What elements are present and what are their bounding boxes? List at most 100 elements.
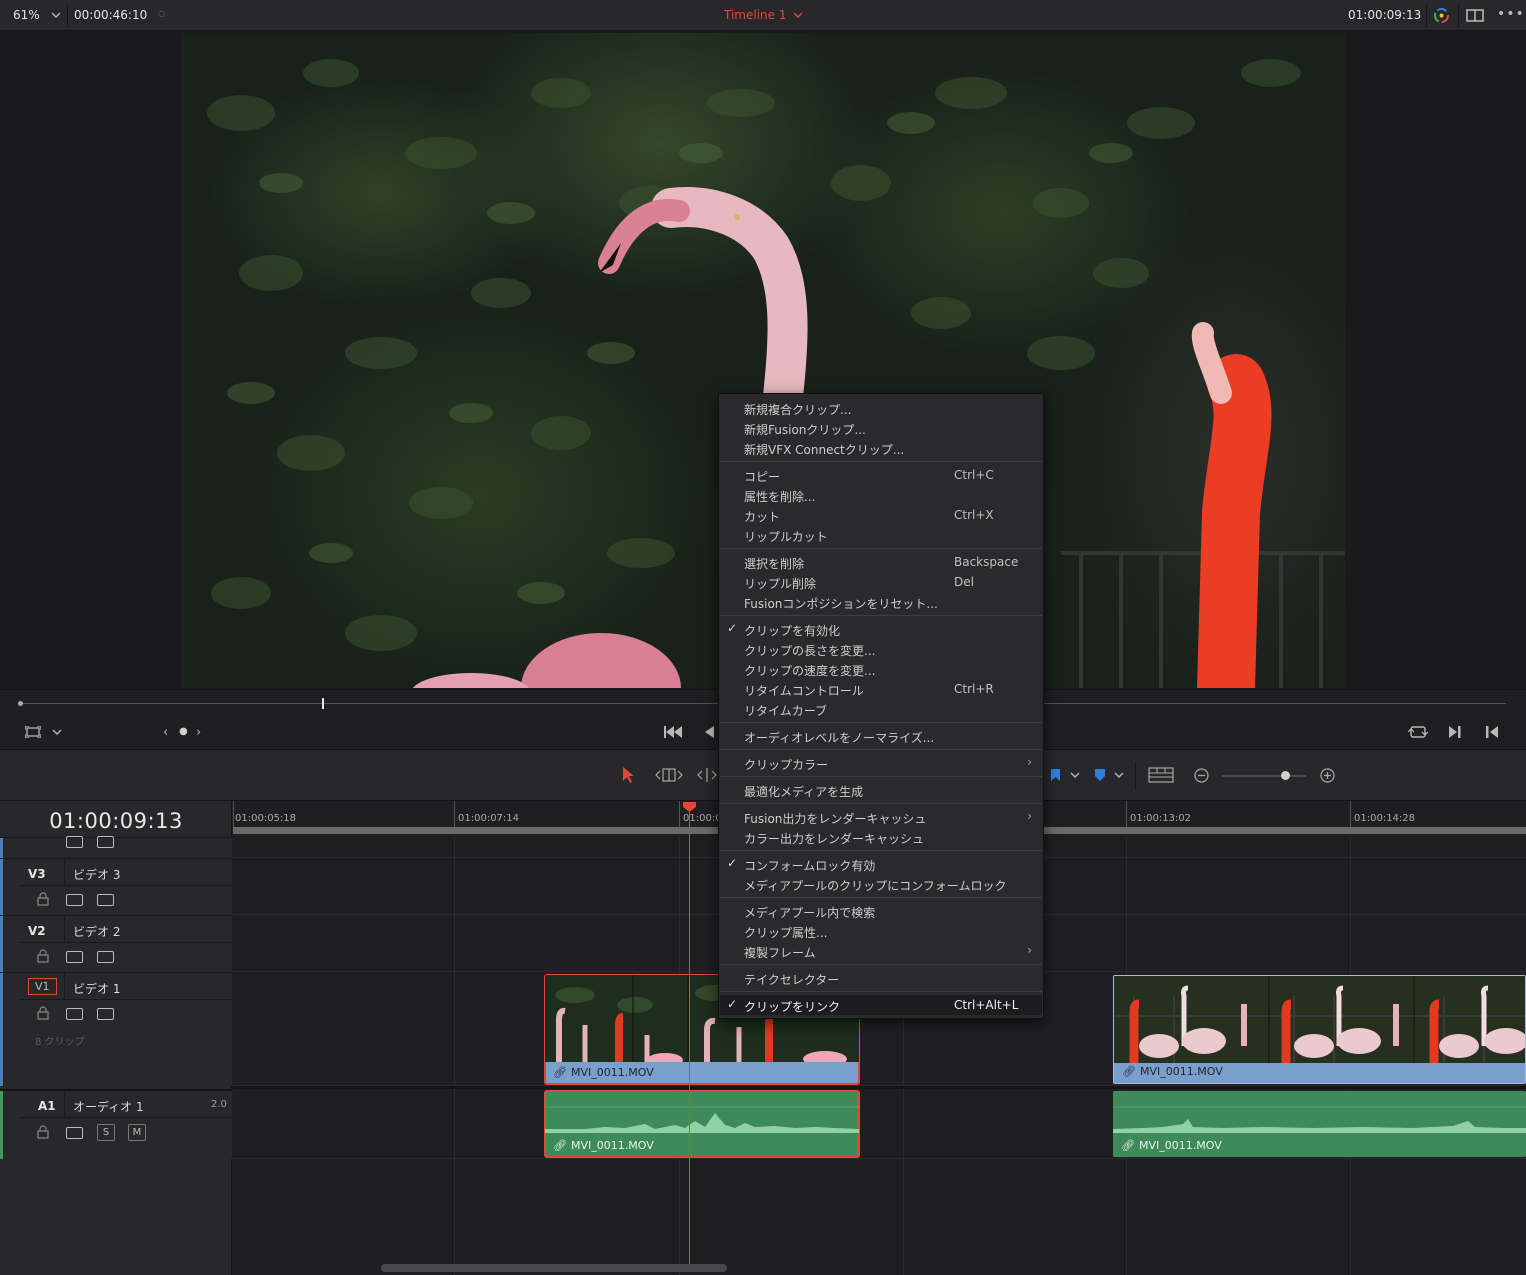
menu-item[interactable]: Fusion出力をレンダーキャッシュ › (720, 807, 1042, 827)
auto-select-icon[interactable] (66, 894, 83, 906)
menu-item-label: カラー出力をレンダーキャッシュ (744, 832, 925, 846)
track-header-v1[interactable]: V1 ビデオ 1 8 クリップ (0, 972, 232, 1086)
clip-name: MVI_0011.MOV (571, 1066, 654, 1079)
zoom-level[interactable]: 61% (13, 8, 40, 22)
track-name[interactable]: ビデオ 2 (73, 923, 120, 940)
track-name[interactable]: ビデオ 3 (73, 866, 120, 883)
timeline-view-options-icon[interactable] (1148, 767, 1174, 783)
safe-area-icon[interactable] (25, 726, 41, 738)
track-enable-icon[interactable] (97, 1008, 114, 1020)
lock-icon[interactable] (37, 949, 49, 963)
audio-clip[interactable]: 🔗︎ MVI_0011.MOV (1113, 1091, 1526, 1157)
menu-item[interactable]: オーディオレベルをノーマライズ... (720, 726, 1042, 746)
timeline-horizontal-scrollbar[interactable] (381, 1264, 727, 1272)
track-enable-icon[interactable] (97, 836, 114, 848)
more-options-icon[interactable]: ••• (1497, 7, 1525, 21)
zoom-slider-handle[interactable] (1281, 771, 1290, 780)
auto-select-icon[interactable] (66, 836, 83, 848)
video-clip[interactable]: 🔗︎ MVI_0011.MOV (1113, 975, 1526, 1084)
menu-item[interactable]: クリップカラー › (720, 753, 1042, 773)
chevron-down-icon[interactable] (52, 729, 62, 736)
scrubber-playhead[interactable] (322, 698, 324, 709)
menu-item[interactable]: カット Ctrl+X (720, 505, 1042, 525)
auto-select-icon[interactable] (66, 951, 83, 963)
menu-item[interactable]: ✓ コンフォームロック有効 (720, 854, 1042, 874)
submenu-arrow-icon: › (1027, 755, 1032, 769)
go-to-start-icon[interactable] (663, 725, 683, 739)
track-name[interactable]: オーディオ 1 (73, 1098, 144, 1115)
menu-item[interactable]: ✓ クリップを有効化 (720, 619, 1042, 639)
auto-select-icon[interactable] (66, 1008, 83, 1020)
zoom-out-icon[interactable] (1194, 768, 1209, 783)
ruler-label: 01:00:07:14 (458, 813, 520, 824)
menu-item[interactable]: 新規複合クリップ... (720, 398, 1042, 418)
menu-item-label: オーディオレベルをノーマライズ... (744, 731, 935, 745)
menu-separator (720, 897, 1042, 898)
marker-flag-icon[interactable] (1050, 768, 1061, 782)
shield-dropdown-icon[interactable] (1114, 772, 1124, 779)
menu-item[interactable]: クリップの長さを変更... (720, 639, 1042, 659)
menu-item[interactable]: 新規VFX Connectクリップ... (720, 438, 1042, 458)
dynamic-trim-icon[interactable] (697, 767, 717, 783)
track-header-v2[interactable]: V2 ビデオ 2 (0, 915, 232, 972)
timeline-name[interactable]: Timeline 1 (724, 8, 786, 22)
loop-icon[interactable] (1408, 724, 1428, 740)
zoom-dropdown-icon[interactable] (51, 12, 61, 19)
playhead-line[interactable] (689, 809, 690, 1264)
auto-select-icon[interactable] (66, 1127, 83, 1139)
next-icon[interactable]: › (196, 726, 201, 739)
menu-item[interactable]: リタイムコントロール Ctrl+R (720, 679, 1042, 699)
mute-button[interactable]: M (128, 1124, 146, 1141)
ruler-tick (454, 801, 455, 827)
menu-item[interactable]: クリップ属性... (720, 921, 1042, 941)
menu-item[interactable]: リップル削除 Del (720, 572, 1042, 592)
solo-button[interactable]: S (97, 1124, 115, 1141)
color-wheel-icon[interactable] (1433, 7, 1450, 24)
zoom-in-icon[interactable] (1320, 768, 1335, 783)
go-to-end-icon[interactable] (1485, 725, 1499, 739)
menu-item[interactable]: 属性を削除... (720, 485, 1042, 505)
menu-separator (720, 991, 1042, 992)
menu-item[interactable]: リップルカット (720, 525, 1042, 545)
lock-icon[interactable] (37, 1125, 49, 1139)
divider (20, 1117, 232, 1118)
divider (1458, 4, 1459, 27)
audio-clip[interactable]: 🔗︎ MVI_0011.MOV (544, 1090, 860, 1158)
marker-dropdown-icon[interactable] (1070, 772, 1080, 779)
menu-item[interactable]: 複製フレーム › (720, 941, 1042, 961)
menu-item[interactable]: 最適化メディアを生成 (720, 780, 1042, 800)
lock-icon[interactable] (37, 1006, 49, 1020)
destination-track-tag[interactable]: V1 (28, 978, 57, 995)
menu-item[interactable]: メディアプール内で検索 (720, 901, 1042, 921)
menu-item[interactable]: クリップの速度を変更... (720, 659, 1042, 679)
track-header-a1[interactable]: A1 オーディオ 1 2.0 S M (0, 1089, 232, 1159)
previous-icon[interactable]: ‹ (163, 726, 168, 739)
dual-viewer-icon[interactable] (1466, 9, 1484, 22)
lock-icon[interactable] (37, 892, 49, 906)
menu-item-label: クリップをリンク (744, 1000, 841, 1014)
selection-tool-icon[interactable] (622, 766, 636, 784)
trim-tool-icon[interactable] (654, 767, 684, 783)
menu-item[interactable]: 選択を削除 Backspace (720, 552, 1042, 572)
menu-item[interactable]: Fusionコンポジションをリセット... (720, 592, 1042, 612)
track-name[interactable]: ビデオ 1 (73, 980, 120, 997)
dot-indicator-icon: ● (179, 726, 188, 737)
zoom-slider-track[interactable] (1222, 775, 1306, 777)
menu-item[interactable]: メディアプールのクリップにコンフォームロック (720, 874, 1042, 894)
play-reverse-icon[interactable] (703, 725, 715, 739)
menu-item[interactable]: コピー Ctrl+C (720, 465, 1042, 485)
next-frame-icon[interactable] (1448, 725, 1462, 739)
menu-item[interactable]: ✓ クリップをリンク Ctrl+Alt+L (720, 995, 1042, 1015)
track-enable-icon[interactable] (97, 894, 114, 906)
track-headers: 01:00:09:13 V3 ビデオ 3 V2 ビデオ 2 V1 ビデオ 1 8… (0, 801, 232, 1275)
divider (64, 916, 65, 942)
marker-shield-icon[interactable] (1094, 768, 1106, 782)
menu-item[interactable]: 新規Fusionクリップ... (720, 418, 1042, 438)
timeline-dropdown-icon[interactable] (793, 12, 803, 19)
track-enable-icon[interactable] (97, 951, 114, 963)
menu-item[interactable]: カラー出力をレンダーキャッシュ (720, 827, 1042, 847)
menu-separator (720, 749, 1042, 750)
track-header-v3[interactable]: V3 ビデオ 3 (0, 858, 232, 915)
menu-item[interactable]: テイクセレクター (720, 968, 1042, 988)
menu-item[interactable]: リタイムカーブ (720, 699, 1042, 719)
